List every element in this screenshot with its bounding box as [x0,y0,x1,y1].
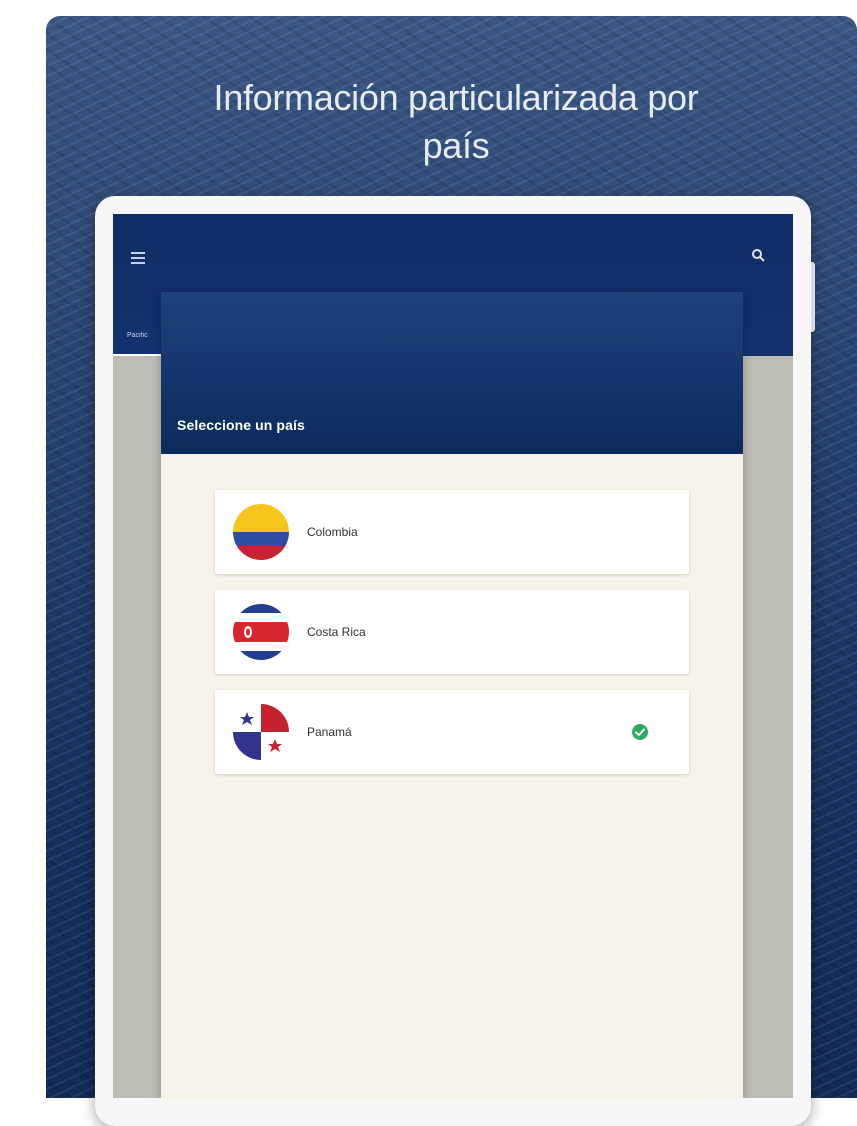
colombia-flag-icon [233,504,289,560]
country-name: Costa Rica [307,625,366,639]
panama-flag-icon [233,704,289,760]
dialog-header: Seleccione un país [161,292,743,454]
country-select-dialog: Seleccione un país Colombia Costa Rica P… [161,292,743,1098]
promo-headline-line2: país [422,125,490,166]
hamburger-menu-icon[interactable] [129,248,157,270]
dialog-title: Seleccione un país [177,417,305,433]
promo-headline: Información particularizada por país [146,74,766,170]
app-screen: Pacific Seleccione un país Colombia Cost… [113,214,793,1098]
search-icon[interactable] [747,244,771,268]
country-item-panama[interactable]: Panamá [215,690,689,774]
country-list: Colombia Costa Rica Panamá [215,490,689,790]
costa-rica-flag-icon [233,604,289,660]
tablet-side-button [811,262,815,332]
country-item-colombia[interactable]: Colombia [215,490,689,574]
country-item-costa-rica[interactable]: Costa Rica [215,590,689,674]
check-circle-icon [631,723,649,741]
country-name: Panamá [307,725,352,739]
promo-headline-line1: Información particularizada por [213,77,699,118]
country-name: Colombia [307,525,358,539]
